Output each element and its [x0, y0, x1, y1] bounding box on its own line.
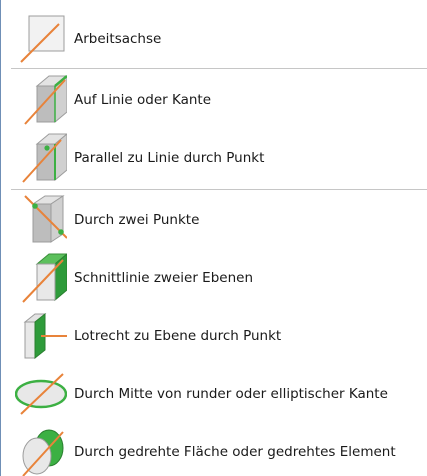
menu-item-label: Durch gedrehte Fläche oder gedrehtes Ele…: [74, 444, 396, 460]
menu-item-circular-edge-center[interactable]: Durch Mitte von runder oder elliptischer…: [1, 366, 427, 422]
axis-normal-to-plane-icon: [15, 310, 67, 362]
menu-item-on-line-or-edge[interactable]: Auf Linie oder Kante: [1, 72, 427, 128]
axis-parallel-through-point-icon: [15, 132, 67, 184]
menu-item-label: Arbeitsachse: [74, 31, 162, 47]
menu-item-parallel-through-point[interactable]: Parallel zu Linie durch Punkt: [1, 130, 427, 186]
menu-item-label: Durch zwei Punkte: [74, 212, 200, 228]
menu-item-label: Parallel zu Linie durch Punkt: [74, 150, 265, 166]
menu-item-label: Schnittlinie zweier Ebenen: [74, 270, 254, 286]
axis-on-edge-icon: [15, 74, 67, 126]
menu-item-label: Durch Mitte von runder oder elliptischer…: [74, 386, 388, 402]
menu-item-label: Lotrecht zu Ebene durch Punkt: [74, 328, 282, 344]
menu-separator: [11, 189, 427, 190]
axis-plane-intersection-icon: [15, 252, 67, 304]
menu-item-work-axis[interactable]: Arbeitsachse: [1, 12, 427, 66]
axis-two-points-icon: [15, 194, 67, 246]
menu-item-plane-intersection[interactable]: Schnittlinie zweier Ebenen: [1, 250, 427, 306]
menu-item-revolved-face[interactable]: Durch gedrehte Fläche oder gedrehtes Ele…: [1, 424, 427, 476]
axis-through-circular-edge-icon: [15, 368, 67, 420]
work-axis-icon: [15, 13, 67, 65]
menu-item-two-points[interactable]: Durch zwei Punkte: [1, 192, 427, 248]
work-axis-menu: Arbeitsachse Auf Linie oder Kante Parall…: [0, 0, 427, 476]
axis-through-revolved-face-icon: [15, 426, 67, 476]
menu-separator: [11, 68, 427, 69]
menu-item-label: Auf Linie oder Kante: [74, 92, 212, 108]
menu-item-normal-to-plane[interactable]: Lotrecht zu Ebene durch Punkt: [1, 308, 427, 364]
